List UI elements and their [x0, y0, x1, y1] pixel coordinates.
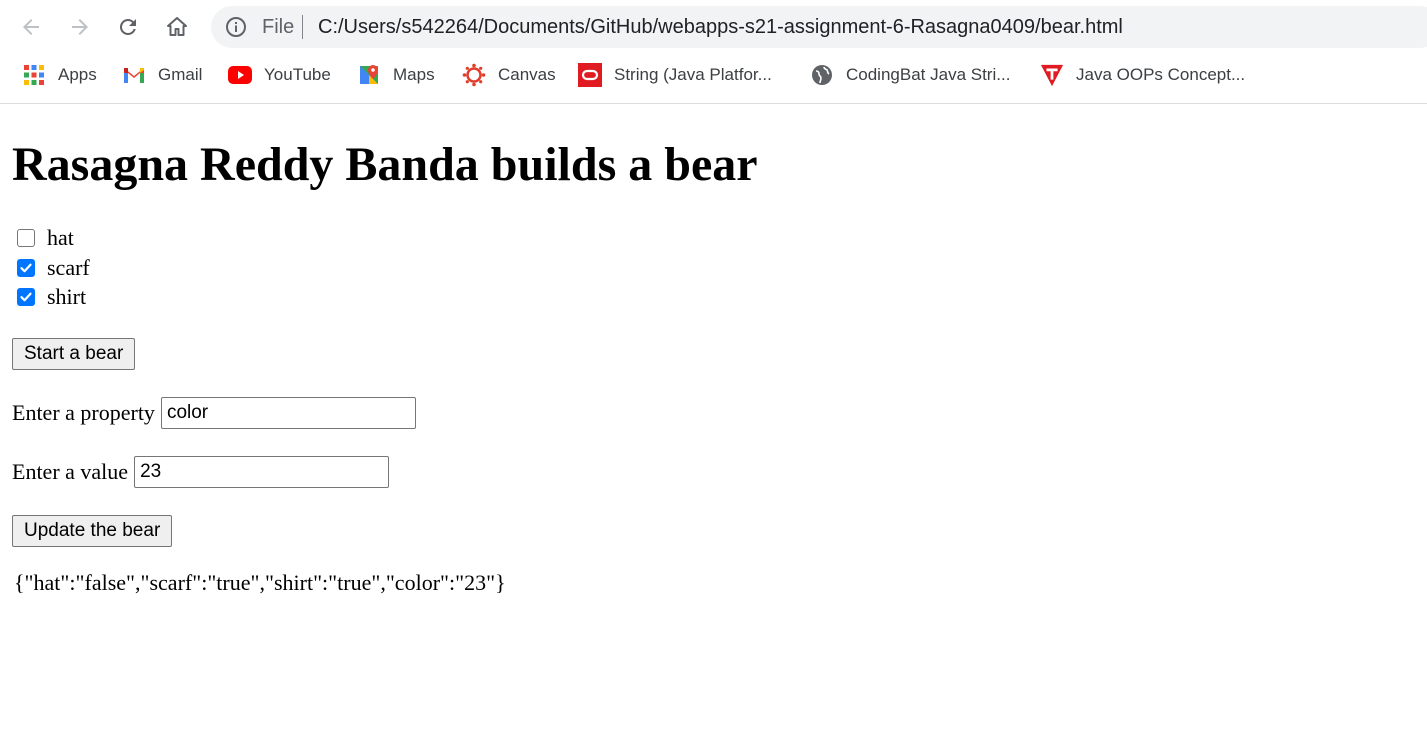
bookmark-label: Canvas [498, 65, 556, 84]
scarf-checkbox[interactable] [17, 259, 35, 277]
start-bear-button[interactable]: Start a bear [12, 338, 136, 370]
option-label: hat [47, 225, 74, 250]
option-shirt[interactable]: shirt [17, 284, 86, 310]
bookmark-maps[interactable]: Maps [357, 58, 435, 92]
arrow-left-icon [19, 15, 43, 39]
javatpoint-icon [1040, 63, 1064, 87]
bookmark-canvas[interactable]: Canvas [462, 58, 556, 92]
option-label: scarf [47, 255, 90, 280]
shirt-checkbox[interactable] [17, 288, 35, 306]
bookmark-gmail[interactable]: Gmail [122, 58, 202, 92]
bookmark-label: YouTube [264, 65, 331, 84]
option-scarf[interactable]: scarf [17, 255, 90, 281]
omnibox-divider [302, 15, 303, 39]
value-input[interactable]: 23 [134, 456, 390, 488]
bookmark-label: Java OOPs Concept... [1076, 65, 1246, 84]
property-row: Enter a property color [12, 397, 416, 429]
property-label: Enter a property [12, 400, 155, 425]
youtube-icon [228, 63, 252, 87]
bookmarks-bar: Apps Gmail YouTube Maps Canvas String (J… [0, 58, 1427, 92]
bookmark-codingbat[interactable]: CodingBat Java Stri... [810, 58, 1010, 92]
option-label: shirt [47, 284, 87, 309]
browser-chrome: File C:/Users/s542264/Documents/GitHub/w… [0, 0, 1427, 104]
checkmark-icon [20, 263, 32, 273]
address-bar[interactable]: File C:/Users/s542264/Documents/GitHub/w… [211, 6, 1427, 48]
value-row: Enter a value 23 [12, 456, 390, 488]
gmail-icon [122, 63, 146, 87]
property-input[interactable]: color [160, 397, 416, 429]
home-icon [165, 15, 189, 39]
scheme-label: File [262, 16, 295, 38]
arrow-right-icon [68, 15, 92, 39]
bookmark-label: Gmail [158, 65, 203, 84]
back-button[interactable] [14, 10, 48, 44]
bookmark-label: Maps [393, 65, 435, 84]
home-button[interactable] [160, 10, 194, 44]
bookmark-label: Apps [58, 65, 97, 84]
bookmark-label: CodingBat Java Stri... [846, 65, 1011, 84]
option-hat[interactable]: hat [17, 225, 74, 251]
checkmark-icon [20, 292, 32, 302]
reload-icon [116, 15, 140, 39]
url-text[interactable]: C:/Users/s542264/Documents/GitHub/webapp… [318, 16, 1123, 38]
forward-button[interactable] [63, 10, 97, 44]
reload-button[interactable] [111, 10, 145, 44]
info-icon[interactable] [225, 16, 247, 38]
oracle-icon [578, 63, 602, 87]
bookmark-label: String (Java Platfor... [614, 65, 772, 84]
update-bear-button[interactable]: Update the bear [12, 515, 173, 547]
canvas-icon [462, 63, 486, 87]
bookmark-apps[interactable]: Apps [22, 58, 97, 92]
bookmark-java-oops[interactable]: Java OOPs Concept... [1040, 58, 1245, 92]
maps-icon [357, 63, 381, 87]
globe-icon [810, 63, 834, 87]
hat-checkbox[interactable] [17, 229, 35, 247]
bookmark-youtube[interactable]: YouTube [228, 58, 331, 92]
bookmark-string-java[interactable]: String (Java Platfor... [578, 58, 772, 92]
bear-output: {"hat":"false","scarf":"true","shirt":"t… [14, 570, 506, 595]
apps-grid-icon [22, 63, 46, 87]
value-label: Enter a value [12, 459, 129, 484]
page-title: Rasagna Reddy Banda builds a bear [12, 138, 758, 191]
